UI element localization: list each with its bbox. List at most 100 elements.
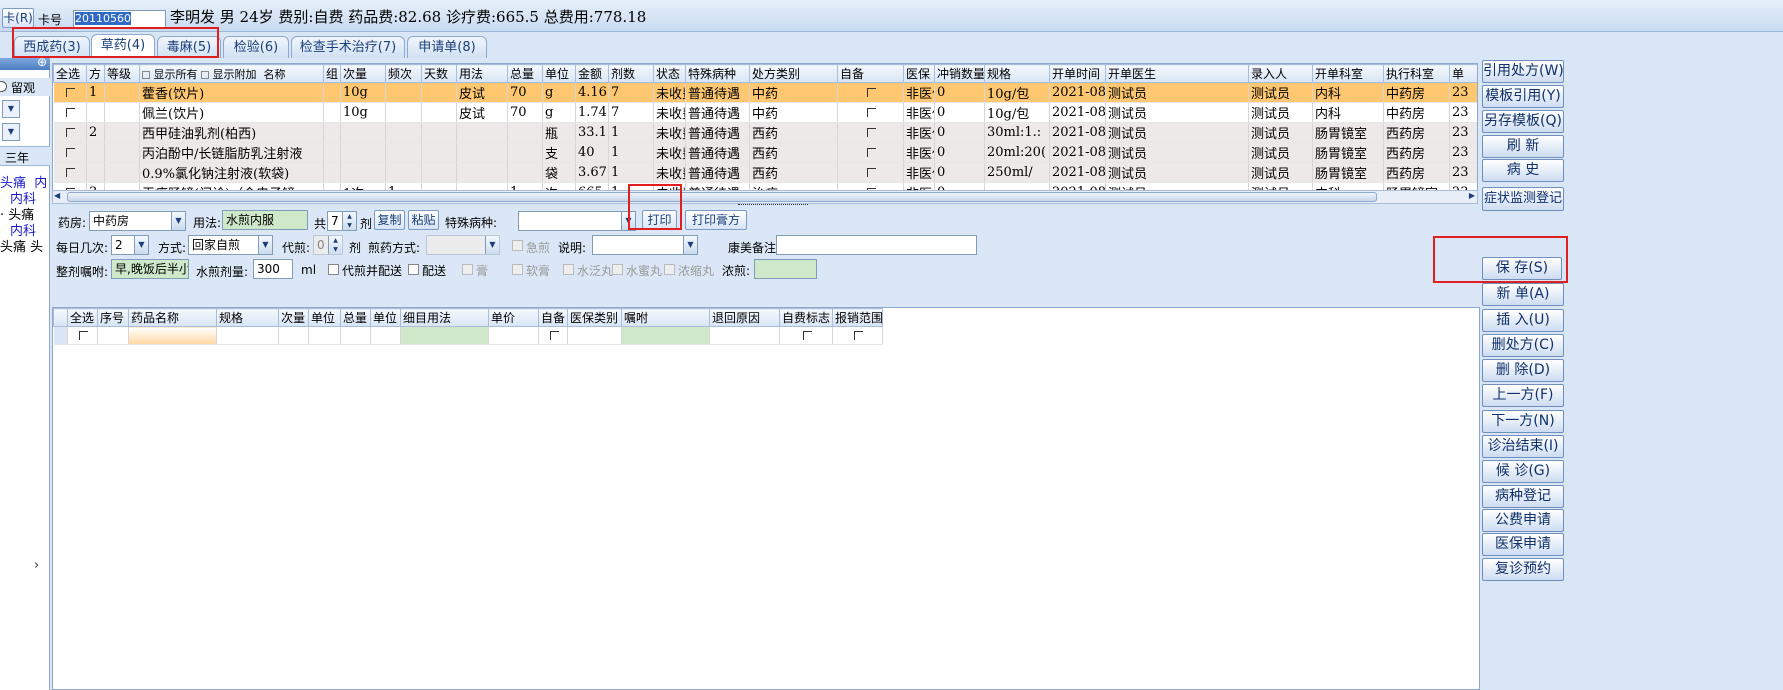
exec-dept-cell[interactable]: 西药房	[1383, 162, 1450, 183]
entered-by-cell[interactable]: 测试员	[1248, 142, 1313, 163]
insurance-cell[interactable]: 非医保	[903, 162, 935, 183]
entered-by-cell[interactable]: 测试员	[1248, 82, 1313, 103]
exec-dept-cell[interactable]: 西药房	[1383, 142, 1450, 163]
stepper-arrows-icon[interactable]: ▲ ▼	[328, 236, 342, 254]
order-time-cell[interactable]: 2021-08-18 11:07:37	[1049, 82, 1106, 103]
offset-qty-cell[interactable]: 0	[934, 82, 985, 103]
show-all-checkbox[interactable]	[142, 70, 150, 79]
special-disease-cell[interactable]: 普通待遇	[685, 142, 750, 163]
col-select-all[interactable]: 全选	[53, 64, 87, 83]
template-quote-button[interactable]: 模板引用(Y)	[1482, 85, 1564, 108]
exec-dept-cell[interactable]: 西药房	[1383, 122, 1450, 143]
detail-empty-row[interactable]	[53, 326, 883, 345]
water-input[interactable]: 300	[253, 259, 293, 279]
total-doses-stepper[interactable]: 7 ▲ ▼	[327, 211, 357, 231]
finish-consult-button[interactable]: 诊治结束(I)	[1482, 435, 1564, 458]
doses-cell[interactable]: 1	[608, 162, 654, 183]
extra-cell[interactable]: 23	[1449, 162, 1477, 183]
doctor-cell[interactable]: 测试员	[1105, 82, 1249, 103]
usage-cell[interactable]	[456, 122, 508, 143]
doctor-cell[interactable]: 测试员	[1105, 122, 1249, 143]
status-cell[interactable]: 未收费	[653, 142, 686, 163]
usage-cell[interactable]	[456, 162, 508, 183]
order-time-cell[interactable]: 2021-08-18 10:22:32	[1049, 162, 1106, 183]
deliver-with-decoct-checkbox[interactable]	[328, 264, 339, 275]
prescription-row[interactable]: 1 藿香(饮片) 10g 皮试70g4.167未收费普通待遇中药 非医保010g/包20…	[53, 82, 1477, 103]
self-provided-cell[interactable]	[837, 142, 904, 163]
doses-cell[interactable]: 7	[608, 102, 654, 123]
row-select-checkbox[interactable]	[53, 102, 87, 123]
entered-by-cell[interactable]: 测试员	[1248, 102, 1313, 123]
fang-cell[interactable]: 2	[86, 122, 105, 143]
spec-cell[interactable]: 30ml:1.:	[984, 122, 1050, 143]
scroll-right-icon[interactable]: ›	[34, 558, 39, 573]
amount-cell[interactable]: 4.16	[575, 82, 609, 103]
category-cell[interactable]: 中药	[749, 102, 838, 123]
grade-cell[interactable]	[104, 102, 140, 123]
follow-up-button[interactable]: 复诊预约	[1482, 558, 1564, 581]
method-select[interactable]: 回家自煎 ▼	[188, 235, 273, 255]
status-cell[interactable]: 未收费	[653, 162, 686, 183]
special-disease-cell[interactable]: 普通待遇	[685, 82, 750, 103]
amount-cell[interactable]: 1.74	[575, 102, 609, 123]
spec-cell[interactable]: 10g/包	[984, 82, 1050, 103]
paste-type-checkbox[interactable]	[462, 264, 473, 275]
tab-herbal-medicine[interactable]: 草药(4)	[91, 34, 155, 58]
self-pay-checkbox[interactable]	[779, 326, 833, 345]
tab-exam-surgery[interactable]: 检查手术治疗(7)	[291, 36, 405, 58]
stepper-arrows-icon[interactable]: ▲ ▼	[342, 212, 356, 230]
special-disease-cell[interactable]: 普通待遇	[685, 162, 750, 183]
unit-cell[interactable]: g	[542, 82, 576, 103]
delete-prescription-button[interactable]: 删处方(C)	[1482, 334, 1564, 357]
col-select-all[interactable]: 全选	[67, 308, 98, 327]
delete-button[interactable]: 删 除(D)	[1482, 359, 1564, 382]
total-cell[interactable]	[507, 122, 543, 143]
fang-cell[interactable]	[86, 102, 105, 123]
insurance-apply-button[interactable]: 医保申请	[1482, 533, 1564, 556]
scroll-right-arrow-icon[interactable]: ▶	[1469, 191, 1475, 200]
row-select-checkbox[interactable]	[67, 326, 98, 345]
dose-cell[interactable]: 10g	[340, 102, 386, 123]
days-cell[interactable]	[421, 102, 457, 123]
name-cell[interactable]: 西甲硅油乳剂(柏西)	[139, 122, 324, 143]
usage-input[interactable]: 水煎内服	[222, 210, 308, 230]
days-cell[interactable]	[421, 122, 457, 143]
row-select-checkbox[interactable]	[53, 142, 87, 163]
total-cell[interactable]: 70	[507, 82, 543, 103]
special-disease-select[interactable]: ▼	[518, 211, 636, 231]
name-cell[interactable]: 藿香(饮片)	[139, 82, 324, 103]
total-cell[interactable]	[507, 142, 543, 163]
symptom-monitor-button[interactable]: 症状监测登记	[1482, 187, 1564, 211]
amount-cell[interactable]: 40	[575, 142, 609, 163]
extra-cell[interactable]: 23	[1449, 142, 1477, 163]
group-cell[interactable]	[323, 102, 341, 123]
print-paste-button[interactable]: 打印膏方	[685, 210, 747, 230]
card-number-input[interactable]: 20110560	[73, 10, 166, 28]
public-fee-apply-button[interactable]: 公费申请	[1482, 509, 1564, 532]
next-prescription-button[interactable]: 下一方(N)	[1482, 410, 1564, 433]
group-cell[interactable]	[323, 142, 341, 163]
self-provided-cell[interactable]	[837, 102, 904, 123]
disease-register-button[interactable]: 病种登记	[1482, 485, 1564, 508]
order-dept-cell[interactable]: 内科	[1312, 102, 1384, 123]
special-disease-cell[interactable]: 普通待遇	[685, 102, 750, 123]
amount-cell[interactable]: 3.67	[575, 162, 609, 183]
offset-qty-cell[interactable]: 0	[934, 102, 985, 123]
advice-input[interactable]: 早,晚饭后半小	[111, 259, 189, 279]
doses-cell[interactable]: 7	[608, 82, 654, 103]
insurance-cell[interactable]: 非医保	[903, 122, 935, 143]
advice-cell[interactable]	[621, 326, 710, 345]
usage-cell[interactable]	[456, 142, 508, 163]
group-cell[interactable]	[323, 122, 341, 143]
note-select[interactable]: ▼	[592, 235, 698, 255]
unit-price-cell[interactable]	[488, 326, 539, 345]
print-button[interactable]: 打印	[642, 210, 677, 230]
days-cell[interactable]	[421, 82, 457, 103]
frequency-cell[interactable]	[385, 122, 422, 143]
entered-by-cell[interactable]: 测试员	[1248, 162, 1313, 183]
urgent-checkbox[interactable]	[512, 240, 523, 251]
save-as-template-button[interactable]: 另存模板(Q)	[1482, 110, 1564, 133]
total-cell[interactable]: 70	[507, 102, 543, 123]
extra-cell[interactable]: 23	[1449, 102, 1477, 123]
honey-pill-checkbox[interactable]	[612, 264, 623, 275]
